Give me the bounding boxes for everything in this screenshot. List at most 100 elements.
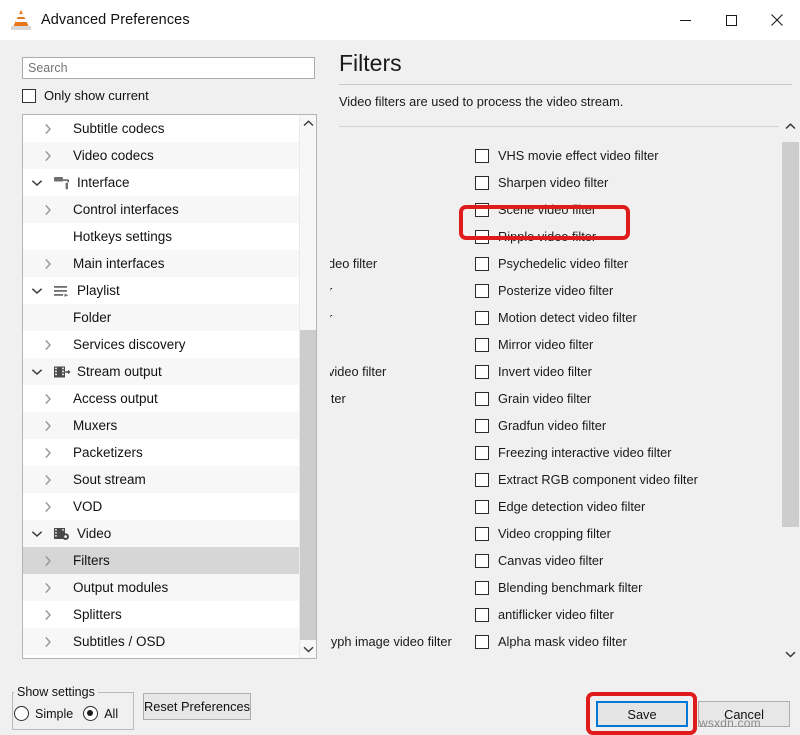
reset-preferences-button[interactable]: Reset Preferences	[143, 693, 251, 720]
tree-expander[interactable]	[23, 331, 73, 358]
filter-row[interactable]: Extract RGB component video filter	[475, 466, 775, 493]
filter-checkbox[interactable]	[475, 149, 489, 163]
tree-item-stream-output[interactable]: Stream output	[23, 358, 299, 385]
filter-row[interactable]: Mirror video filter	[475, 331, 775, 358]
filter-row[interactable]: Posterize video filter	[475, 277, 775, 304]
tree-expander[interactable]	[23, 277, 51, 304]
filters-scrollbar-thumb[interactable]	[782, 142, 799, 527]
filter-checkbox[interactable]	[475, 581, 489, 595]
tree-item-access-output[interactable]: Access output	[23, 385, 299, 412]
filter-row[interactable]: Blending benchmark filter	[475, 574, 775, 601]
maximize-button[interactable]	[708, 0, 754, 40]
chevron-right-icon	[44, 258, 52, 270]
filter-row[interactable]: Freezing interactive video filter	[475, 439, 775, 466]
filter-checkbox[interactable]	[475, 500, 489, 514]
filter-checkbox[interactable]	[475, 230, 489, 244]
radio-simple[interactable]	[14, 706, 29, 721]
tree-expander[interactable]	[23, 250, 73, 277]
tree-item-packetizers[interactable]: Packetizers	[23, 439, 299, 466]
close-button[interactable]	[754, 0, 800, 40]
tree-expander[interactable]	[23, 169, 51, 196]
filter-row[interactable]: Gradfun video filter	[475, 412, 775, 439]
tree-item-playlist[interactable]: Playlist	[23, 277, 299, 304]
tree-scrollbar[interactable]	[299, 115, 316, 658]
tree-item-filters[interactable]: Filters	[23, 547, 299, 574]
tree-expander[interactable]	[23, 547, 73, 574]
filter-row[interactable]: Sharpen video filter	[475, 169, 775, 196]
filter-checkbox[interactable]	[475, 338, 489, 352]
tree-expander[interactable]	[23, 520, 51, 547]
filters-vertical-scrollbar[interactable]	[780, 118, 800, 663]
filter-row[interactable]: Psychedelic video filter	[475, 250, 775, 277]
filter-checkbox[interactable]	[475, 473, 489, 487]
tree-item-hotkeys-settings[interactable]: Hotkeys settings	[23, 223, 299, 250]
tree-item-sout-stream[interactable]: Sout stream	[23, 466, 299, 493]
tree-item-splitters[interactable]: Splitters	[23, 601, 299, 628]
tree-item-vod[interactable]: VOD	[23, 493, 299, 520]
filter-checkbox[interactable]	[475, 392, 489, 406]
filter-checkbox[interactable]	[475, 635, 489, 649]
filters-scroll-up-button[interactable]	[782, 118, 799, 135]
filter-checkbox[interactable]	[475, 365, 489, 379]
tree-expander[interactable]	[23, 196, 73, 223]
filters-scroll-down-button[interactable]	[782, 646, 799, 663]
save-button[interactable]: Save	[596, 701, 688, 727]
filter-row[interactable]: VHS movie effect video filter	[475, 142, 775, 169]
filter-row[interactable]: Alpha mask video filter	[475, 628, 775, 655]
tree-item-main-interfaces[interactable]: Main interfaces	[23, 250, 299, 277]
radio-all[interactable]	[83, 706, 98, 721]
tree-item-output-modules[interactable]: Output modules	[23, 574, 299, 601]
tree-expander[interactable]	[23, 358, 51, 385]
tree-expander[interactable]	[23, 628, 73, 655]
tree-item-control-interfaces[interactable]: Control interfaces	[23, 196, 299, 223]
chevron-right-icon	[44, 474, 52, 486]
chevron-down-icon	[31, 287, 43, 295]
filter-checkbox[interactable]	[475, 311, 489, 325]
tree-item-subtitles-osd[interactable]: Subtitles / OSD	[23, 628, 299, 655]
filter-checkbox[interactable]	[475, 203, 489, 217]
filter-row[interactable]: Scene video filter	[475, 196, 775, 223]
tree-item-subtitle-codecs[interactable]: Subtitle codecs	[23, 115, 299, 142]
filter-checkbox[interactable]	[475, 446, 489, 460]
tree-expander[interactable]	[23, 439, 73, 466]
tree-item-interface[interactable]: Interface	[23, 169, 299, 196]
filter-checkbox[interactable]	[475, 419, 489, 433]
only-show-current-checkbox[interactable]	[22, 89, 36, 103]
tree-item-video-codecs[interactable]: Video codecs	[23, 142, 299, 169]
filter-row[interactable]: Canvas video filter	[475, 547, 775, 574]
filter-row[interactable]: Ripple video filter	[475, 223, 775, 250]
tree-item-muxers[interactable]: Muxers	[23, 412, 299, 439]
tree-expander[interactable]	[23, 574, 73, 601]
filter-checkbox[interactable]	[475, 284, 489, 298]
filter-row[interactable]: Motion detect video filter	[475, 304, 775, 331]
tree-item-label: Video	[77, 526, 111, 541]
chevron-right-icon	[44, 582, 52, 594]
tree-scroll-up-button[interactable]	[300, 115, 317, 132]
filter-checkbox[interactable]	[475, 257, 489, 271]
tree-expander[interactable]	[23, 466, 73, 493]
tree-scrollbar-thumb[interactable]	[300, 330, 317, 640]
filter-row[interactable]: Video cropping filter	[475, 520, 775, 547]
tree-expander[interactable]	[23, 493, 73, 520]
filter-checkbox[interactable]	[475, 608, 489, 622]
tree-item-label: Stream output	[77, 364, 162, 379]
tree-expander[interactable]	[23, 601, 73, 628]
filter-row[interactable]: Grain video filter	[475, 385, 775, 412]
filter-checkbox[interactable]	[475, 527, 489, 541]
tree-item-services-discovery[interactable]: Services discovery	[23, 331, 299, 358]
filter-row[interactable]: antiflicker video filter	[475, 601, 775, 628]
tree-expander[interactable]	[23, 412, 73, 439]
filter-row[interactable]: Invert video filter	[475, 358, 775, 385]
minimize-button[interactable]	[662, 0, 708, 40]
tree-item-video[interactable]: Video	[23, 520, 299, 547]
filter-checkbox[interactable]	[475, 176, 489, 190]
tree-item-folder[interactable]: Folder	[23, 304, 299, 331]
tree-expander[interactable]	[23, 115, 73, 142]
search-input[interactable]	[22, 57, 315, 79]
only-show-current-row[interactable]: Only show current	[22, 88, 149, 103]
tree-expander[interactable]	[23, 142, 73, 169]
tree-expander[interactable]	[23, 385, 73, 412]
filter-row[interactable]: Edge detection video filter	[475, 493, 775, 520]
filter-checkbox[interactable]	[475, 554, 489, 568]
tree-scroll-down-button[interactable]	[300, 641, 317, 658]
